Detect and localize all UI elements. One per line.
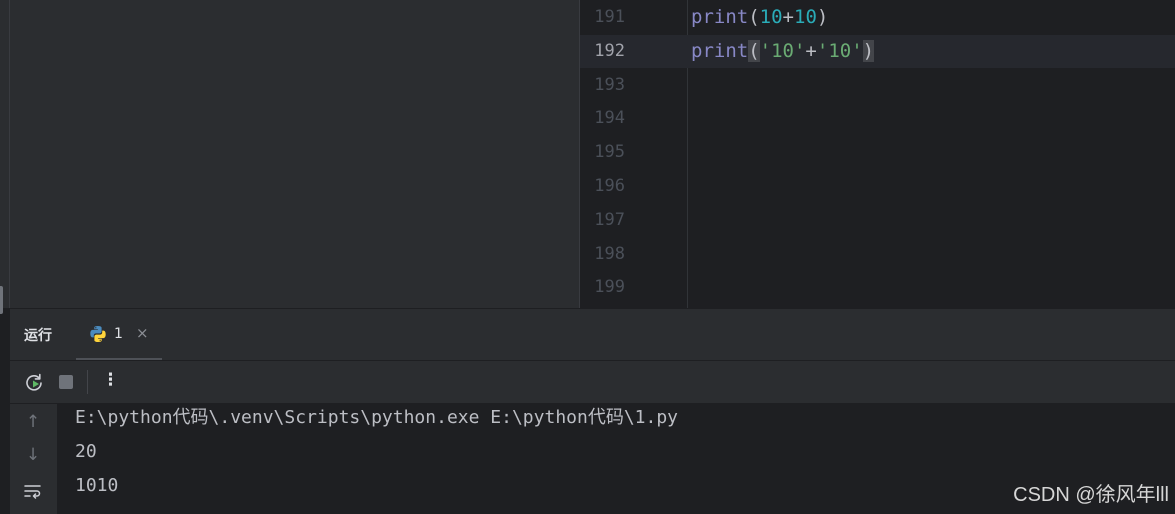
run-tab-1[interactable]: 1 ×: [76, 309, 162, 360]
editor-line[interactable]: 199: [580, 271, 1175, 304]
code-token: +: [782, 6, 794, 28]
python-icon: [90, 326, 106, 342]
toolbar-separator: [87, 370, 88, 394]
code-token: 10: [759, 6, 783, 28]
line-number: 193: [594, 74, 625, 95]
run-tool-window: 运行 1 × ⋮ ↑ ↓ E:\python代码\.venv\Scripts\p…: [10, 308, 1175, 514]
line-number: 197: [594, 209, 625, 230]
run-toolbar: ⋮: [10, 361, 1175, 404]
code-token: print: [691, 6, 749, 28]
code-text: print(10+10): [691, 1, 828, 34]
line-number: 195: [594, 142, 625, 163]
line-number: 194: [594, 108, 625, 129]
editor-line[interactable]: 196: [580, 170, 1175, 203]
stop-icon[interactable]: [59, 375, 73, 389]
editor-line[interactable]: 197: [580, 204, 1175, 237]
editor-line[interactable]: 195: [580, 136, 1175, 169]
console-line-output: 1010: [75, 475, 119, 496]
line-number: 191: [594, 7, 625, 27]
line-number: 192: [594, 40, 625, 61]
ide-window: 191 print(10+10) 192 print('10'+'10') 193 194…: [0, 0, 1175, 514]
code-token: (: [748, 39, 760, 62]
arrow-up-icon[interactable]: ↑: [23, 412, 43, 432]
editor-line[interactable]: 193: [580, 69, 1175, 102]
code-token: (: [748, 6, 760, 28]
code-token: print: [691, 39, 749, 62]
code-token: '10': [759, 39, 806, 62]
soft-wrap-icon[interactable]: [23, 482, 43, 500]
editor-line[interactable]: 192 print('10'+'10'): [580, 34, 1175, 68]
line-number: 196: [594, 176, 625, 196]
code-token: 10: [794, 6, 817, 28]
editor-line[interactable]: 191 print(10+10): [580, 1, 1175, 34]
code-token: ): [862, 39, 875, 62]
code-token: '10': [816, 39, 863, 62]
left-tool-strip: [0, 0, 10, 308]
close-icon[interactable]: ×: [136, 324, 149, 342]
console-output[interactable]: E:\python代码\.venv\Scripts\python.exe E:\…: [57, 404, 1175, 514]
code-token: ): [816, 6, 829, 28]
code-text: print('10'+'10'): [691, 35, 875, 68]
run-header: 运行 1 ×: [10, 309, 1175, 361]
more-options-icon[interactable]: ⋮: [102, 370, 119, 390]
code-token: +: [805, 39, 817, 62]
console-side-toolbar: ↑ ↓: [10, 404, 57, 514]
console-line-command: E:\python代码\.venv\Scripts\python.exe E:\…: [75, 407, 679, 428]
arrow-down-icon[interactable]: ↓: [23, 445, 43, 465]
panel-resize-handle[interactable]: [0, 286, 3, 314]
watermark: CSDN @徐风年lll: [1013, 484, 1169, 506]
run-tab-label: 1: [114, 326, 123, 342]
console-line-output: 20: [75, 441, 97, 462]
rerun-icon[interactable]: [24, 372, 44, 392]
line-number: 198: [594, 243, 625, 264]
editor-line[interactable]: 194: [580, 102, 1175, 135]
run-panel-title: 运行: [24, 328, 52, 344]
line-number: 199: [594, 277, 625, 298]
editor-line[interactable]: 198: [580, 238, 1175, 271]
project-panel: [10, 0, 579, 308]
code-editor[interactable]: 191 print(10+10) 192 print('10'+'10') 193 194…: [579, 0, 1175, 308]
